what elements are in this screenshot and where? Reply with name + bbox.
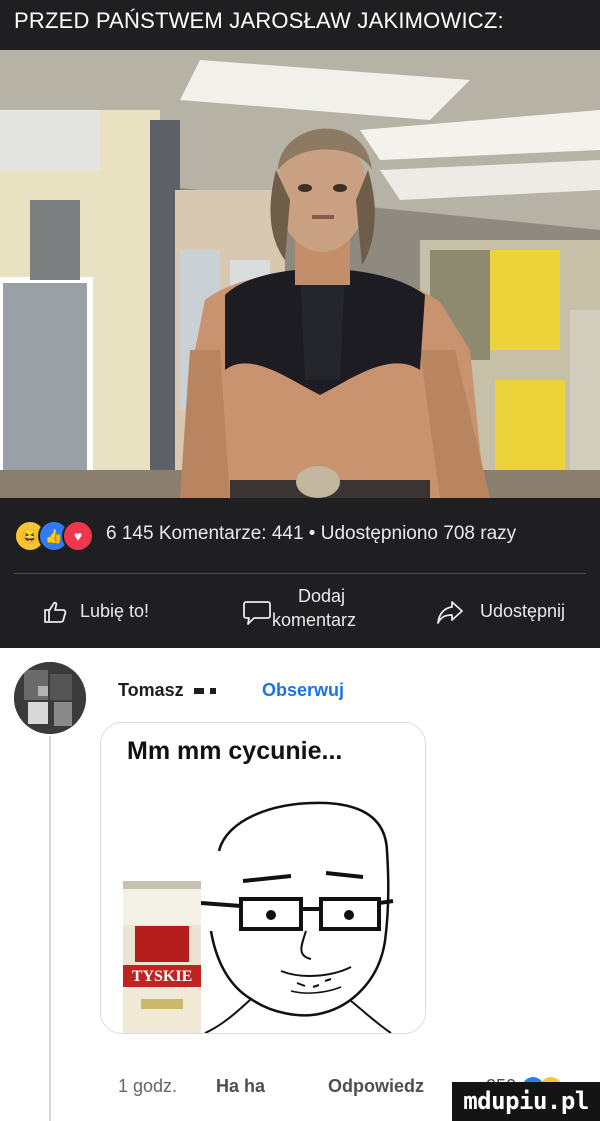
stats-text[interactable]: 6 145 Komentarze: 441 • Udostępniono 708… — [106, 523, 516, 545]
can-brand-label: TYSKIE — [132, 968, 192, 985]
like-label: Lubię to! — [80, 601, 150, 621]
comment-text: Mm mm cycunie... — [127, 737, 343, 765]
comment-icon — [243, 601, 271, 625]
post-card: PRZED PAŃSTWEM JAROSŁAW JAKIMOWICZ: 😆 👍 … — [0, 0, 600, 648]
post-stats: 😆 👍 ♥ 6 145 Komentarze: 441 • Udostępnio… — [0, 516, 600, 556]
wojak-meme-drawing: TYSKIE — [101, 781, 425, 1033]
divider — [14, 573, 586, 574]
post-actions: Lubię to! Dodaj komentarz Udostępnij — [0, 580, 600, 646]
post-caption: PRZED PAŃSTWEM JAROSŁAW JAKIMOWICZ: — [14, 8, 504, 33]
comment-time[interactable]: 1 godz. — [118, 1076, 177, 1097]
comment-bubble: Mm mm cycunie... TYSKIE — [100, 722, 426, 1034]
meme-image[interactable]: TYSKIE — [101, 781, 425, 1033]
post-photo-drawing — [0, 50, 600, 498]
watermark-logo: mdupiu.pl — [452, 1082, 600, 1121]
comment-label-line1: Dodaj — [298, 586, 346, 606]
follow-link[interactable]: Obserwuj — [262, 680, 344, 701]
share-arrow-icon — [437, 601, 463, 624]
comment-author-name: Tomasz — [118, 680, 184, 700]
avatar[interactable] — [14, 662, 86, 734]
share-label: Udostępnij — [480, 601, 566, 621]
like-button[interactable]: Lubię to! — [14, 580, 184, 646]
reply-link[interactable]: Odpowiedz — [328, 1076, 424, 1097]
avatar-image — [14, 662, 86, 734]
comment-label-line2: komentarz — [272, 610, 357, 630]
comment-author[interactable]: Tomasz — [118, 680, 216, 701]
comment-button[interactable]: Dodaj komentarz — [228, 580, 388, 646]
post-photo[interactable] — [0, 50, 600, 498]
reaction-icons[interactable]: 😆 👍 ♥ — [14, 520, 104, 552]
comment-thread-line — [49, 736, 51, 1121]
redacted-surname — [193, 688, 204, 695]
love-reaction-icon: ♥ — [62, 520, 94, 552]
thumbs-up-icon — [44, 601, 67, 623]
share-button[interactable]: Udostępnij — [420, 580, 590, 646]
redacted-surname-part — [209, 688, 216, 695]
haha-reaction-link[interactable]: Ha ha — [216, 1076, 265, 1097]
